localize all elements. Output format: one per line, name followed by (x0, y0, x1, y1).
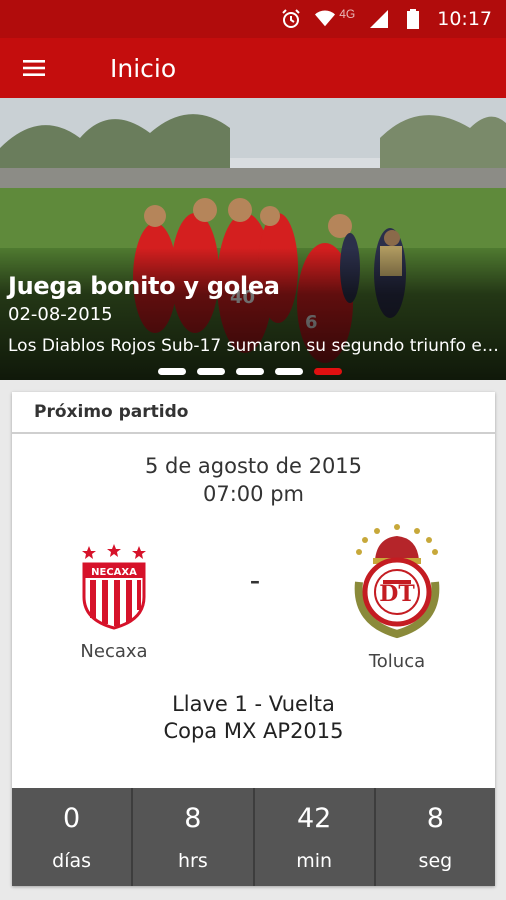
cell-signal-icon (369, 9, 389, 29)
match-time: 07:00 pm (203, 482, 304, 506)
toluca-crest-icon: DT (354, 524, 440, 639)
network-type-label: 4G (339, 7, 356, 21)
battery-icon (403, 9, 423, 29)
countdown-unit: hrs (177, 849, 208, 872)
news-summary: Los Diablos Rojos Sub-17 sumaron su segu… (8, 336, 500, 356)
page-title: Inicio (110, 53, 177, 83)
svg-text:NECAXA: NECAXA (91, 567, 137, 578)
countdown-hours: 8 hrs (133, 788, 255, 886)
clock: 10:17 (437, 8, 492, 30)
match-countdown: 0 días 8 hrs 42 min 8 seg (12, 788, 495, 886)
next-match-card[interactable]: Próximo partido 5 de agosto de 2015 07:0… (12, 392, 495, 886)
match-round: Llave 1 - Vuelta (172, 692, 335, 716)
match-date: 5 de agosto de 2015 (144, 454, 363, 478)
card-header: Próximo partido (12, 392, 495, 434)
svg-text:DT: DT (379, 581, 415, 607)
hamburger-icon (23, 60, 45, 76)
match-competition: Copa MX AP2015 (163, 719, 344, 743)
away-team: DT Toluca (342, 522, 452, 672)
countdown-value: 0 (63, 802, 81, 834)
home-team: NECAXA Necaxa (66, 542, 162, 662)
app-bar: Inicio (0, 38, 506, 98)
wifi-icon (315, 9, 336, 29)
alarm-icon (281, 9, 301, 29)
countdown-seconds: 8 seg (376, 788, 495, 886)
carousel-dot[interactable] (197, 368, 225, 375)
countdown-days: 0 días (12, 788, 134, 886)
carousel-dot[interactable] (275, 368, 303, 375)
carousel-dot-active[interactable] (314, 368, 342, 375)
countdown-minutes: 42 min (255, 788, 376, 886)
carousel-indicator (158, 368, 342, 375)
countdown-value: 8 (184, 802, 202, 834)
status-bar: 4G 10:17 (0, 0, 506, 38)
away-team-name: Toluca (368, 651, 426, 672)
news-date: 02-08-2015 (8, 304, 113, 325)
necaxa-crest-icon: NECAXA (82, 544, 146, 630)
countdown-value: 42 (296, 802, 332, 834)
carousel-dot[interactable] (158, 368, 186, 375)
countdown-unit: seg (418, 849, 453, 872)
menu-button[interactable] (0, 38, 68, 98)
countdown-unit: min (296, 849, 333, 872)
countdown-value: 8 (426, 802, 444, 834)
carousel-dot[interactable] (236, 368, 264, 375)
news-headline[interactable]: Juega bonito y golea (8, 272, 280, 300)
countdown-unit: días (52, 849, 92, 872)
versus-separator: - (249, 562, 261, 598)
news-carousel[interactable]: 40 6 Juega bonito y golea 02-08-2015 Los… (0, 98, 506, 380)
home-team-name: Necaxa (80, 641, 148, 662)
